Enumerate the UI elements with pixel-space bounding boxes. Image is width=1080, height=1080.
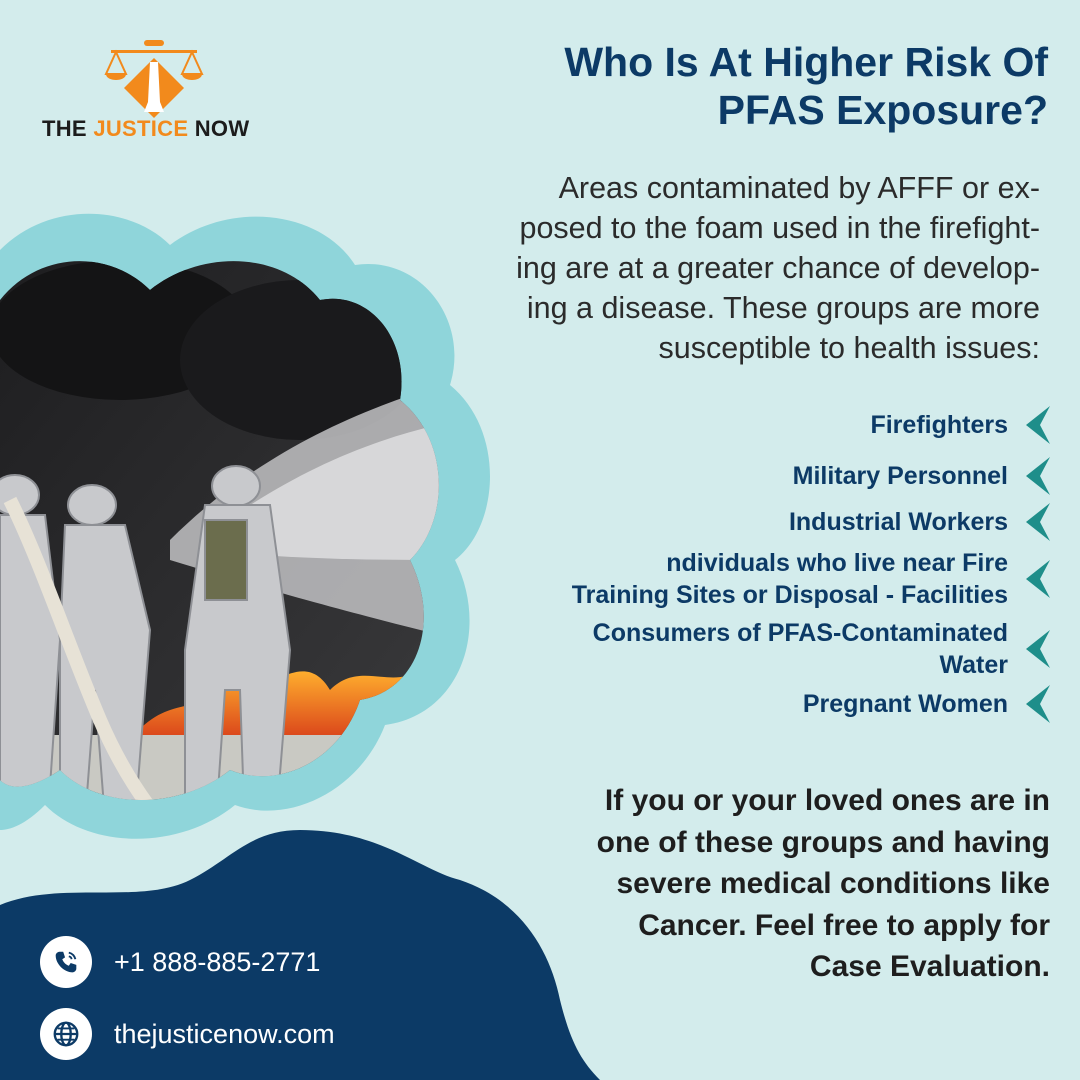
intro-line: susceptible to health issues:: [658, 331, 1040, 365]
brand-name-part1: THE: [42, 116, 94, 141]
page-title: Who Is At Higher Risk Of PFAS Exposure?: [428, 38, 1048, 134]
list-item: Industrial Workers: [490, 500, 1050, 544]
list-item: Firefighters: [490, 404, 1050, 446]
intro-line: Areas contaminated by AFFF or ex-: [558, 171, 1040, 205]
chevron-left-icon: [1026, 406, 1050, 444]
call-to-action: If you or your loved ones are in one of …: [490, 780, 1050, 988]
phone-icon: [40, 936, 92, 988]
chevron-left-icon: [1026, 457, 1050, 495]
website-contact[interactable]: thejusticenow.com: [40, 1008, 335, 1060]
title-line-1: Who Is At Higher Risk Of: [564, 39, 1048, 85]
list-item: Consumers of PFAS-Contaminated Water: [490, 614, 1050, 684]
risk-group-label: Pregnant Women: [802, 690, 1008, 718]
risk-group-label: Firefighters: [870, 411, 1008, 439]
chevron-left-icon: [1026, 630, 1050, 668]
risk-group-list: Firefighters Military Personnel Industri…: [490, 404, 1050, 724]
intro-line: ing a disease. These groups are more: [526, 291, 1040, 325]
intro-paragraph: Areas contaminated by AFFF or ex- posed …: [420, 168, 1040, 368]
risk-group-label: Consumers of PFAS-Contaminated Water: [592, 619, 1008, 679]
risk-group-label: Industrial Workers: [788, 508, 1008, 536]
list-item: Pregnant Women: [490, 684, 1050, 724]
risk-group-label: ndividuals who live near Fire Training Si…: [571, 549, 1008, 609]
cta-line: one of these groups and having: [596, 825, 1050, 859]
cta-line: If you or your loved ones are in: [604, 784, 1050, 817]
list-item: ndividuals who live near Fire Training Si…: [490, 544, 1050, 614]
title-line-2: PFAS Exposure?: [717, 87, 1048, 133]
phone-number: +1 888-885-2771: [114, 946, 321, 977]
cta-line: Cancer. Feel free to apply for: [638, 908, 1050, 942]
chevron-left-icon: [1026, 503, 1050, 541]
intro-line: ing are at a greater chance of develop-: [516, 251, 1040, 285]
intro-line: posed to the foam used in the firefight-: [519, 211, 1040, 245]
chevron-left-icon: [1026, 560, 1050, 598]
list-item: Military Personnel: [490, 452, 1050, 500]
brand-name-part3: NOW: [188, 116, 250, 141]
brand-name: THE JUSTICE NOW: [42, 116, 249, 142]
globe-icon: [40, 1008, 92, 1060]
website-url: thejusticenow.com: [114, 1018, 335, 1049]
cta-line: Case Evaluation.: [809, 950, 1050, 983]
cta-line: severe medical conditions like: [616, 867, 1050, 900]
risk-group-label: Military Personnel: [792, 462, 1008, 490]
phone-contact[interactable]: +1 888-885-2771: [40, 936, 320, 988]
brand-name-accent: JUSTICE: [93, 116, 189, 141]
chevron-left-icon: [1026, 685, 1050, 723]
